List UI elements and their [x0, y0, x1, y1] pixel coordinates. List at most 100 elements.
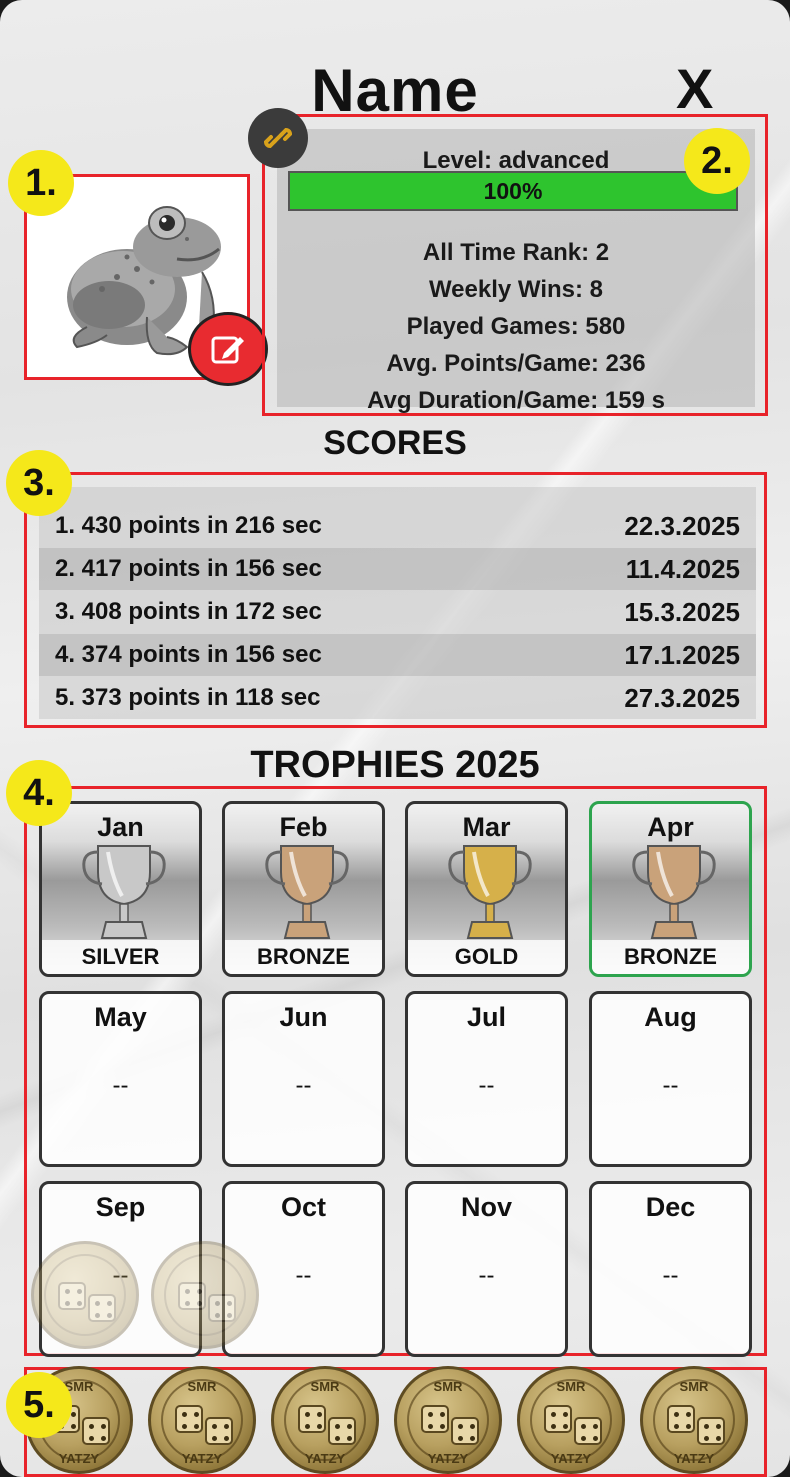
die-icon	[175, 1405, 203, 1433]
trophy-tile-mar[interactable]: Mar GOLD	[405, 801, 568, 977]
progress-label: 100%	[483, 177, 543, 204]
yatzy-coin[interactable]: SMR YATZY	[148, 1366, 256, 1474]
coin-bottom-text: YATZY	[550, 1451, 592, 1466]
section-badge-1: 1.	[8, 150, 74, 216]
die-icon	[208, 1294, 236, 1322]
score-date: 15.3.2025	[624, 596, 740, 627]
trophy-rank: BRONZE	[225, 940, 382, 974]
coin-top-text: SMR	[556, 1379, 586, 1394]
scores-section: 1. 430 points in 216 sec 22.3.2025 2. 417 …	[24, 472, 767, 728]
close-button[interactable]: X	[676, 56, 713, 121]
trophy-cup-icon	[265, 845, 349, 939]
trophy-cup-icon	[82, 845, 166, 939]
coin-top-text: SMR	[679, 1379, 709, 1394]
coin-top-text: SMR	[310, 1379, 340, 1394]
yatzy-coin[interactable]: SMR YATZY	[517, 1366, 625, 1474]
score-row: 3. 408 points in 172 sec 15.3.2025	[39, 591, 756, 633]
section-badge-2: 2.	[684, 128, 750, 194]
yatzy-coin[interactable]: SMR YATZY	[394, 1366, 502, 1474]
avg-points-per-game: Avg. Points/Game: 236	[386, 350, 646, 377]
trophy-month: Mar	[462, 812, 511, 842]
trophy-tile-jul[interactable]: Jul --	[405, 991, 568, 1167]
score-row: 5. 373 points in 118 sec 27.3.2025	[39, 677, 756, 719]
all-time-rank: All Time Rank: 2	[422, 239, 610, 266]
played-games: Played Games: 580	[406, 313, 626, 340]
link-icon	[263, 127, 293, 149]
coins-section: SMR YATZY SMR YATZY SMR YATZY SMR YATZY SMR YATZY…	[24, 1366, 767, 1477]
score-row: 4. 374 points in 156 sec 17.1.2025	[39, 634, 756, 676]
profile-screen: Name X 1. Level: advanced All Time Rank:…	[0, 0, 790, 1477]
die-icon	[451, 1417, 479, 1445]
die-icon	[574, 1417, 602, 1445]
section-badge-5: 5.	[6, 1372, 72, 1438]
trophy-month: Nov	[460, 1192, 512, 1222]
coin-bottom-text: YATZY	[58, 1451, 100, 1466]
trophy-cup-icon	[632, 845, 716, 939]
trophy-tile-aug[interactable]: Aug --	[589, 991, 752, 1167]
trophies-section: Jan SILVER Feb BRONZE Mar GOLD Apr BRONZE May -- J…	[24, 786, 767, 1357]
coin-bottom-text: YATZY	[673, 1451, 715, 1466]
coin-top-text: SMR	[433, 1379, 463, 1394]
trophy-month: Jul	[466, 1002, 506, 1032]
trophy-rank: GOLD	[408, 940, 565, 974]
score-date: 27.3.2025	[624, 682, 740, 713]
trophy-rank: SILVER	[42, 940, 199, 974]
yatzy-coin[interactable]: SMR YATZY	[640, 1366, 748, 1474]
trophy-month: Apr	[647, 812, 694, 842]
trophy-tile-apr[interactable]: Apr BRONZE	[589, 801, 752, 977]
trophies-title: TROPHIES 2025	[250, 744, 540, 786]
score-date: 17.1.2025	[624, 639, 740, 670]
ghost-coin	[31, 1241, 139, 1349]
trophy-empty-value: --	[662, 1072, 679, 1099]
level-progress-bar: 100%	[288, 171, 738, 211]
weekly-wins: Weekly Wins: 8	[428, 276, 604, 303]
die-icon	[328, 1417, 356, 1445]
score-date: 22.3.2025	[624, 510, 740, 541]
trophy-tile-dec[interactable]: Dec --	[589, 1181, 752, 1357]
trophy-month: Aug	[644, 1002, 697, 1032]
trophy-tile-nov[interactable]: Nov --	[405, 1181, 568, 1357]
trophy-tile-may[interactable]: May --	[39, 991, 202, 1167]
ghost-coin	[151, 1241, 259, 1349]
die-icon	[205, 1417, 233, 1445]
trophy-tile-jan[interactable]: Jan SILVER	[39, 801, 202, 977]
trophy-month: Sep	[95, 1192, 146, 1222]
trophy-month: Jan	[97, 812, 144, 842]
coin-bottom-text: YATZY	[181, 1451, 223, 1466]
trophy-cup-icon	[448, 845, 532, 939]
coin-bottom-text: YATZY	[427, 1451, 469, 1466]
avg-duration-per-game: Avg Duration/Game: 159 s	[367, 387, 665, 414]
trophy-rank: BRONZE	[592, 940, 749, 974]
coin-top-text: SMR	[187, 1379, 217, 1394]
trophy-month: Feb	[279, 812, 328, 842]
score-text: 1. 430 points in 216 sec	[55, 512, 322, 539]
section-badge-3: 3.	[6, 450, 72, 516]
section-badge-4: 4.	[6, 760, 72, 826]
die-icon	[298, 1405, 326, 1433]
die-icon	[82, 1417, 110, 1445]
yatzy-coin[interactable]: SMR YATZY	[271, 1366, 379, 1474]
trophy-tile-feb[interactable]: Feb BRONZE	[222, 801, 385, 977]
trophy-empty-value: --	[295, 1072, 312, 1099]
score-text: 5. 373 points in 118 sec	[55, 684, 321, 711]
scores-title: SCORES	[323, 424, 467, 462]
edit-icon	[211, 336, 244, 364]
die-icon	[88, 1294, 116, 1322]
die-icon	[178, 1282, 206, 1310]
die-icon	[667, 1405, 695, 1433]
die-icon	[544, 1405, 572, 1433]
edit-avatar-button[interactable]	[188, 312, 268, 386]
score-text: 3. 408 points in 172 sec	[55, 598, 322, 625]
scores-list: 1. 430 points in 216 sec 22.3.2025 2. 417 …	[39, 487, 756, 719]
score-text: 4. 374 points in 156 sec	[55, 641, 322, 668]
die-icon	[421, 1405, 449, 1433]
die-icon	[697, 1417, 725, 1445]
coin-bottom-text: YATZY	[304, 1451, 346, 1466]
trophy-month: Dec	[645, 1192, 696, 1222]
trophy-tile-jun[interactable]: Jun --	[222, 991, 385, 1167]
trophy-month: May	[94, 1002, 147, 1032]
die-icon	[58, 1282, 86, 1310]
trophy-month: Oct	[280, 1192, 326, 1222]
score-date: 11.4.2025	[625, 553, 740, 584]
link-button[interactable]	[248, 108, 308, 168]
